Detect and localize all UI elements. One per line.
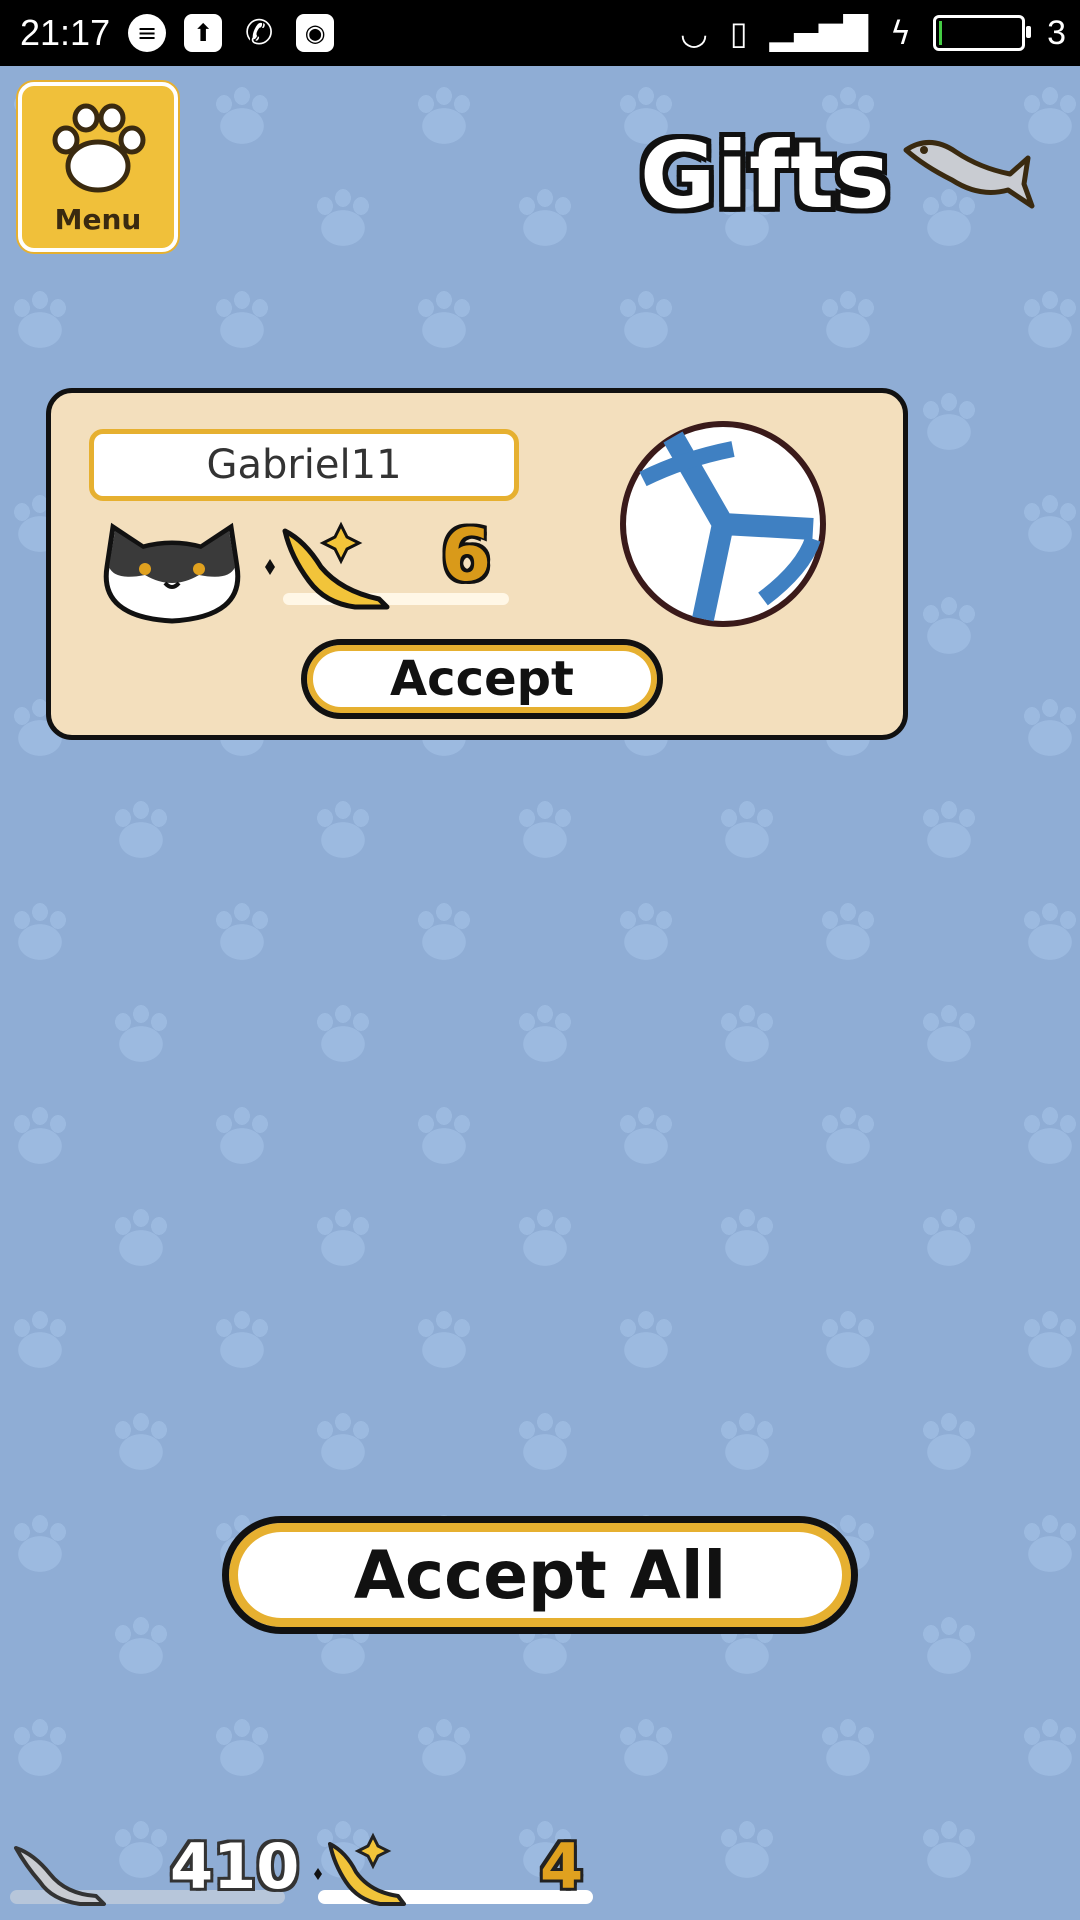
- silver-fish-count: 410: [170, 1830, 300, 1903]
- battery-level: 3: [1047, 13, 1066, 52]
- status-bar: 21:17 ≡ ⬆ ✆ ◉ ◡ ▯ ▂▄▆█ ϟ 3: [0, 0, 1080, 66]
- menu-button[interactable]: Menu: [18, 82, 178, 252]
- paw-icon: [52, 103, 146, 193]
- gold-fish-icon: [314, 1832, 406, 1906]
- gift-amount: 6: [441, 513, 492, 597]
- silver-fish-icon: [903, 140, 1035, 209]
- accept-button[interactable]: Accept: [301, 639, 663, 719]
- silver-fish-icon: [14, 1846, 106, 1906]
- charging-icon: ϟ: [889, 14, 912, 52]
- gold-fish-count: 4: [540, 1830, 584, 1903]
- headset-icon: ◡: [680, 14, 708, 52]
- chat-bubble-icon: ≡: [128, 14, 167, 52]
- status-time: 21:17: [20, 12, 111, 53]
- upload-icon: ⬆: [184, 14, 223, 52]
- battery-icon: [933, 15, 1032, 51]
- qq-penguin-icon: ◉: [296, 14, 335, 52]
- page-title: Gifts: [640, 122, 891, 229]
- gold-fish-icon: [265, 521, 390, 610]
- black-white-cat-icon: [103, 522, 241, 624]
- phone-icon: ✆: [244, 13, 274, 53]
- blue-ball-icon: [620, 421, 826, 627]
- accept-all-button[interactable]: Accept All: [222, 1516, 858, 1634]
- vibrate-icon: ▯: [729, 14, 748, 52]
- signal-icon: ▂▄▆█: [769, 14, 868, 52]
- sender-name: Gabriel11: [89, 429, 519, 501]
- gift-card: Gabriel11 6 Accept: [46, 388, 908, 740]
- paw-pattern-background: [0, 66, 1080, 1920]
- menu-label: Menu: [54, 203, 142, 236]
